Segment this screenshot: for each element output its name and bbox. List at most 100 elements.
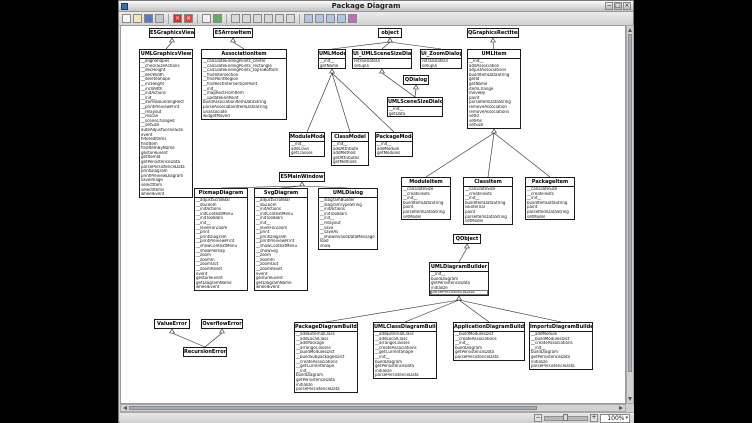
scroll-left-icon[interactable]: [123, 406, 127, 410]
zoom-slider[interactable]: [544, 416, 588, 421]
class-E5GraphicsView[interactable]: E5GraphicsView: [149, 28, 195, 38]
class-title: PackageItem: [526, 178, 574, 187]
new-window-icon[interactable]: [122, 14, 131, 23]
method-label: wheelEvent: [140, 192, 192, 197]
vertical-scrollbar[interactable]: [626, 25, 634, 404]
class-ClassItem[interactable]: ClassItem__calculateSize__createTexts__i…: [463, 177, 513, 225]
class-title: RecursionError: [184, 348, 226, 356]
save-image-icon[interactable]: [202, 14, 211, 23]
method-label: getClasses: [290, 151, 324, 156]
class-title: QObject: [454, 235, 480, 243]
class-title: UMLItem: [468, 50, 520, 59]
maximize-button[interactable]: □: [614, 2, 622, 10]
relayout-icon[interactable]: [213, 14, 222, 23]
increase-height-icon[interactable]: [315, 14, 324, 23]
class-PackageDiagramBuilder[interactable]: PackageDiagramBuilder__addExternalClass_…: [294, 322, 358, 393]
horizontal-scrollbar[interactable]: [120, 404, 626, 412]
decrease-width-icon[interactable]: [326, 14, 335, 23]
class-AssociationItem[interactable]: AssociationItem__calculateEndingPoints_c…: [201, 49, 287, 120]
class-PixmapDiagram[interactable]: PixmapDiagram__adjustScrollBar__doZoom__…: [194, 188, 248, 291]
class-UMLDialog[interactable]: UMLDialog__diagramBuilder__diagramTypeSt…: [318, 188, 378, 250]
class-E5MainWindow[interactable]: E5MainWindow: [279, 172, 325, 182]
class-UMLModel[interactable]: UMLModel__init__getName: [318, 49, 346, 69]
class-UMLClassDiagramBuilder[interactable]: UMLClassDiagramBuilder__addExternalClass…: [373, 322, 437, 379]
class-title: PackageDiagramBuilder: [295, 323, 357, 332]
print-icon[interactable]: [155, 14, 164, 23]
delete-shape-icon[interactable]: ×: [184, 14, 193, 23]
class-UMLItem[interactable]: UMLItem__init__addAssociationadjustAssoc…: [467, 49, 521, 129]
zoom-level-select[interactable]: 100% ▾: [600, 414, 630, 423]
class-object[interactable]: object: [378, 28, 402, 38]
class-QObject[interactable]: QObject: [453, 234, 481, 244]
class-title: ImportsDiagramBuilder: [530, 323, 592, 332]
class-PackageModel[interactable]: PackageModel__init__addModulegetModules: [375, 132, 413, 157]
app-icon: [121, 3, 128, 10]
class-ClassModel[interactable]: ClassModel__init__addAttributeaddMethodg…: [331, 132, 369, 166]
class-QGraphicsRectItem[interactable]: QGraphicsRectItem: [467, 28, 519, 38]
align-right-icon[interactable]: [253, 14, 262, 23]
class-SvgDiagram[interactable]: SvgDiagram__adjustScrollBar__doZoom__ini…: [254, 188, 308, 291]
method-label: parsePersistenceData: [454, 355, 524, 360]
method-label: getName: [319, 64, 345, 69]
class-OverflowError[interactable]: OverflowError: [201, 319, 243, 329]
class-title: ValueError: [155, 320, 189, 328]
increase-width-icon[interactable]: [304, 14, 313, 23]
zoom-in-button[interactable]: +: [590, 414, 598, 422]
class-ModuleModel[interactable]: ModuleModel__init__addClassgetClasses: [289, 132, 325, 157]
close-diagram-icon[interactable]: ×: [173, 14, 182, 23]
class-UMLDiagramBuilder[interactable]: UMLDiagramBuilder__init__buildDiagramget…: [429, 262, 489, 296]
align-top-icon[interactable]: [264, 14, 273, 23]
align-bottom-icon[interactable]: [286, 14, 295, 23]
class-title: E5GraphicsView: [150, 29, 194, 37]
zoom-slider-handle[interactable]: [563, 414, 568, 421]
scrollbar-corner: [626, 404, 634, 412]
method-label: parsePersistenceData: [295, 387, 357, 392]
class-ApplicationDiagramBuilder[interactable]: ApplicationDiagramBuilder__buildModulesD…: [453, 322, 525, 361]
zoom-level-value: 100%: [607, 415, 624, 422]
close-button[interactable]: ×: [623, 2, 631, 10]
class-ModuleItem[interactable]: ModuleItem__calculateSize__createTexts__…: [401, 177, 451, 220]
class-title: QDialog: [404, 76, 428, 84]
scroll-up-icon[interactable]: [628, 28, 632, 32]
class-Ui_UMLSceneSizeDialog[interactable]: Ui_UMLSceneSizeDialogretranslateUisetupU…: [352, 49, 412, 69]
window-title: Package Diagram: [128, 2, 604, 11]
method-label: parsePersistenceData: [530, 364, 592, 369]
method-label: getModules: [376, 151, 412, 156]
class-PackageItem[interactable]: PackageItem__calculateSize__createTexts_…: [525, 177, 575, 220]
toolbar-icons: ××: [119, 12, 633, 26]
class-ImportsDiagramBuilder[interactable]: ImportsDiagramBuilder__addModule__buildM…: [529, 322, 593, 370]
method-label: setupUi: [353, 64, 411, 69]
method-label: parsePersistenceData: [430, 290, 488, 295]
zoom-out-button[interactable]: −: [534, 414, 542, 422]
horizontal-scroll-thumb[interactable]: [129, 406, 537, 410]
set-size-icon[interactable]: [348, 14, 357, 23]
class-UMLGraphicsView[interactable]: UMLGraphicsView__alignShapes__checkSizeA…: [139, 49, 193, 198]
class-title: UMLClassDiagramBuilder: [374, 323, 436, 332]
method-label: setupUi: [421, 64, 461, 69]
method-label: wheelEvent: [195, 285, 247, 290]
scroll-right-icon[interactable]: [619, 406, 623, 410]
class-ValueError[interactable]: ValueError: [154, 319, 190, 329]
toolbar-separator: [226, 14, 227, 24]
titlebar[interactable]: Package Diagram − □ ×: [119, 1, 633, 12]
open-icon[interactable]: [133, 14, 142, 23]
class-title: SvgDiagram: [255, 189, 307, 198]
class-QDialog[interactable]: QDialog: [403, 75, 429, 85]
decrease-height-icon[interactable]: [337, 14, 346, 23]
toolbar-separator: [197, 14, 198, 24]
class-title: OverflowError: [202, 320, 242, 328]
minimize-button[interactable]: −: [605, 2, 613, 10]
align-hcenter-icon[interactable]: [242, 14, 251, 23]
class-Ui_ZoomDialog[interactable]: Ui_ZoomDialogretranslateUisetupUi: [420, 49, 462, 69]
align-vcenter-icon[interactable]: [275, 14, 284, 23]
align-left-icon[interactable]: [231, 14, 240, 23]
save-icon[interactable]: [144, 14, 153, 23]
scroll-down-icon[interactable]: [628, 397, 632, 401]
class-title: UMLSceneSizeDialog: [388, 98, 442, 107]
class-UMLSceneSizeDialog[interactable]: UMLSceneSizeDialog__init__getData: [387, 97, 443, 117]
diagram-canvas[interactable]: E5GraphicsView E5ArrowItem object QGraphics…: [120, 25, 626, 404]
class-E5ArrowItem[interactable]: E5ArrowItem: [213, 28, 253, 38]
vertical-scroll-thumb[interactable]: [628, 34, 632, 372]
canvas-area: E5GraphicsView E5ArrowItem object QGraphics…: [120, 25, 634, 412]
class-RecursionError[interactable]: RecursionError: [183, 347, 227, 357]
